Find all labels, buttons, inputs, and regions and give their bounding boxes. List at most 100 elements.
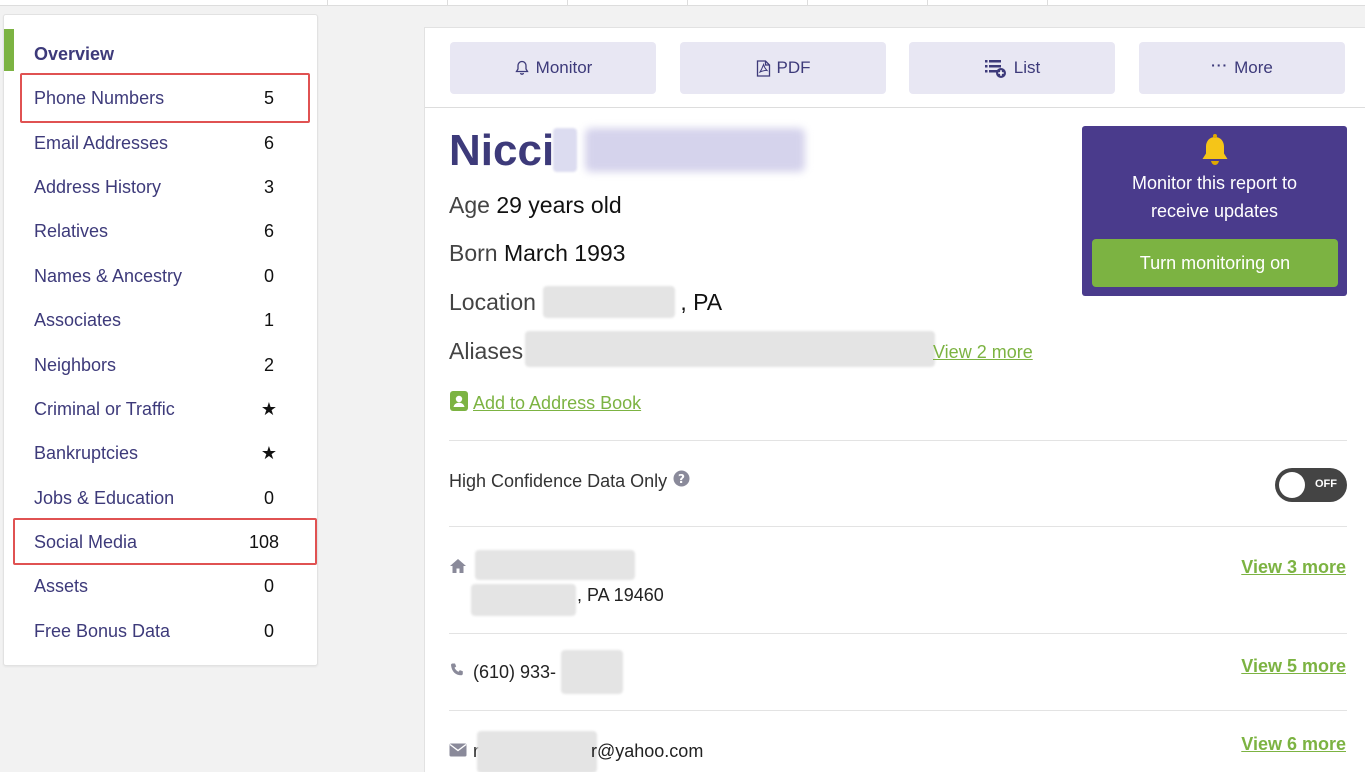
- redacted-address-city: [471, 584, 576, 616]
- redacted-phone-digits: [561, 650, 623, 694]
- monitor-button[interactable]: Monitor: [450, 42, 656, 94]
- envelope-icon: [449, 743, 467, 762]
- born-value: March 1993: [503, 240, 626, 266]
- redacted-city: [543, 286, 675, 318]
- highlight-social-media: [13, 518, 317, 565]
- person-name: Nicci: [449, 126, 555, 175]
- divider: [449, 526, 1347, 527]
- born-label: Born: [449, 240, 498, 266]
- ellipsis-icon: ···: [1211, 57, 1229, 73]
- born-field: Born March 1993: [449, 240, 625, 267]
- pdf-button-label: PDF: [776, 58, 811, 77]
- divider: [449, 440, 1347, 441]
- sidebar-item-label: Email Addresses: [34, 132, 169, 153]
- redacted-email-user: [477, 731, 597, 772]
- sidebar-item-overview[interactable]: Overview: [34, 39, 284, 69]
- sidebar-item-label: Relatives: [34, 220, 109, 241]
- sidebar-item-count: 6: [263, 220, 274, 241]
- divider: [449, 710, 1347, 711]
- location-state: , PA: [680, 289, 723, 315]
- report-main-panel: Monitor PDF List ··· More Nicci Age 29 y…: [424, 27, 1365, 772]
- sidebar-item-count: 1: [263, 309, 274, 330]
- sidebar-item-label: Overview: [34, 43, 115, 64]
- age-label: Age: [449, 192, 490, 218]
- sidebar-item-count: 0: [263, 487, 274, 508]
- pdf-button[interactable]: PDF: [680, 42, 886, 94]
- sidebar-item-associates[interactable]: Associates 1: [34, 305, 284, 335]
- sidebar-item-relatives[interactable]: Relatives 6: [34, 216, 284, 246]
- sidebar-item-assets[interactable]: Assets 0: [34, 571, 284, 601]
- add-to-address-book[interactable]: Add to Address Book: [449, 390, 641, 417]
- sidebar-item-label: Free Bonus Data: [34, 620, 171, 641]
- sidebar-item-jobs-education[interactable]: Jobs & Education 0: [34, 483, 284, 513]
- list-button[interactable]: List: [909, 42, 1115, 94]
- address-view-more-link[interactable]: View 3 more: [1241, 557, 1346, 578]
- sidebar-item-count: 0: [263, 620, 274, 641]
- sidebar-item-neighbors[interactable]: Neighbors 2: [34, 350, 284, 380]
- age-value: 29 years old: [496, 192, 622, 218]
- sidebar-item-label: Address History: [34, 176, 162, 197]
- high-confidence-toggle[interactable]: OFF: [1275, 468, 1347, 502]
- phone-view-more-link[interactable]: View 5 more: [1241, 656, 1346, 677]
- email-domain: r@yahoo.com: [591, 741, 704, 761]
- aliases-view-more-link[interactable]: View 2 more: [933, 342, 1033, 363]
- high-confidence-label: High Confidence Data Only: [449, 470, 668, 491]
- more-button[interactable]: ··· More: [1139, 42, 1345, 94]
- highlight-phone-numbers: [20, 73, 310, 123]
- divider: [449, 633, 1347, 634]
- pdf-icon: [756, 59, 771, 77]
- toggle-state: OFF: [1315, 478, 1337, 490]
- sidebar-item-count: 3: [263, 176, 274, 197]
- sidebar-item-label: Bankruptcies: [34, 442, 139, 463]
- monitor-promo-card: Monitor this report to receive updates T…: [1082, 126, 1347, 296]
- help-icon[interactable]: ?: [673, 470, 690, 492]
- active-indicator: [4, 29, 14, 71]
- monitor-message-line2: receive updates: [1150, 201, 1279, 221]
- sidebar-item-free-bonus-data[interactable]: Free Bonus Data 0: [34, 616, 284, 646]
- sidebar-item-label: Assets: [34, 575, 89, 596]
- redacted-street-address: [475, 550, 635, 580]
- phone-icon: [449, 662, 465, 683]
- toggle-knob: [1279, 472, 1305, 498]
- add-to-address-book-label: Add to Address Book: [473, 393, 642, 413]
- address-book-icon: [449, 390, 469, 417]
- bell-icon: [514, 60, 530, 76]
- monitor-button-label: Monitor: [535, 58, 593, 77]
- list-button-label: List: [1013, 58, 1041, 77]
- redacted-aliases: [525, 331, 935, 367]
- redacted-middle-initial: [553, 128, 577, 172]
- sidebar-item-count: 2: [263, 354, 274, 375]
- monitor-message-line1: Monitor this report to: [1131, 173, 1298, 193]
- report-toolbar: Monitor PDF List ··· More: [425, 28, 1365, 108]
- top-tab-strip: [0, 0, 1365, 6]
- star-icon: ★: [260, 398, 278, 419]
- sidebar-item-label: Neighbors: [34, 354, 117, 375]
- age-field: Age 29 years old: [449, 192, 622, 219]
- aliases-field: Aliases: [449, 338, 523, 365]
- sidebar-item-label: Names & Ancestry: [34, 265, 183, 286]
- star-icon: ★: [260, 442, 278, 463]
- sidebar-item-address-history[interactable]: Address History 3: [34, 172, 284, 202]
- sidebar-item-criminal-traffic[interactable]: Criminal or Traffic ★: [34, 394, 284, 424]
- home-icon: [449, 558, 467, 579]
- sidebar-item-label: Associates: [34, 309, 122, 330]
- sidebar-item-label: Criminal or Traffic: [34, 398, 175, 419]
- address-line2: , PA 19460: [577, 585, 664, 605]
- location-label: Location: [449, 289, 536, 315]
- high-confidence-row: High Confidence Data Only ?: [449, 470, 690, 492]
- sidebar-item-names-ancestry[interactable]: Names & Ancestry 0: [34, 261, 284, 291]
- redacted-last-name: [585, 128, 805, 172]
- monitor-message: Monitor this report to receive updates: [1082, 169, 1347, 225]
- sidebar-item-count: 0: [263, 265, 274, 286]
- sidebar-item-count: 6: [263, 132, 274, 153]
- phone-number: (610) 933-: [473, 662, 557, 682]
- sidebar-item-bankruptcies[interactable]: Bankruptcies ★: [34, 438, 284, 468]
- sidebar-item-count: 0: [263, 575, 274, 596]
- email-view-more-link[interactable]: View 6 more: [1241, 734, 1346, 755]
- aliases-label: Aliases: [449, 338, 524, 364]
- bell-icon: [1199, 134, 1231, 173]
- sidebar-item-email-addresses[interactable]: Email Addresses 6: [34, 128, 284, 158]
- more-button-label: More: [1234, 58, 1273, 77]
- list-add-icon: [984, 57, 1008, 79]
- turn-monitoring-on-button[interactable]: Turn monitoring on: [1092, 239, 1338, 287]
